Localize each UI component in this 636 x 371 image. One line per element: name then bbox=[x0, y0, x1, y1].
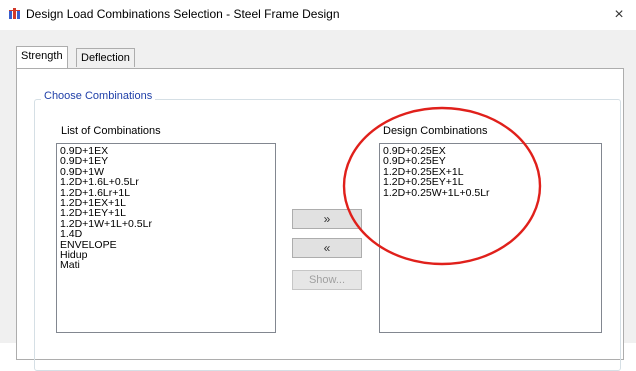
show-button[interactable]: Show... bbox=[292, 270, 362, 290]
combination-list-item[interactable]: Hidup bbox=[60, 249, 272, 260]
combination-list-item[interactable]: Mati bbox=[60, 260, 272, 271]
group-title: Choose Combinations bbox=[41, 90, 156, 102]
list-of-combinations-listbox[interactable]: 0.9D+1EX 0.9D+1EY 0.9D+1W 1.2D+1.6L+0.5Lr 1.… bbox=[56, 143, 276, 333]
design-combination-list-item[interactable]: 1.2D+0.25EY+1L bbox=[383, 177, 598, 188]
dialog-body: Strength Deflection Choose Combinations … bbox=[0, 30, 636, 371]
close-button[interactable]: × bbox=[602, 0, 636, 30]
design-combination-list-item[interactable]: 1.2D+0.25W+1L+0.5Lr bbox=[383, 187, 598, 198]
remove-combination-button[interactable]: « bbox=[292, 238, 362, 258]
design-combinations-label: Design Combinations bbox=[383, 125, 488, 137]
list-of-combinations-label: List of Combinations bbox=[61, 125, 161, 137]
add-combination-button[interactable]: » bbox=[292, 209, 362, 229]
combination-list-item[interactable]: 1.2D+1W+1L+0.5Lr bbox=[60, 218, 272, 229]
combination-list-item[interactable]: ENVELOPE bbox=[60, 239, 272, 250]
window-title: Design Load Combinations Selection - Ste… bbox=[26, 7, 340, 21]
tab-deflection[interactable]: Deflection bbox=[76, 48, 135, 67]
tab-panel-strength: Choose Combinations List of Combinations… bbox=[16, 68, 624, 371]
title-bar: Design Load Combinations Selection - Ste… bbox=[0, 0, 636, 30]
design-combinations-listbox[interactable]: 0.9D+0.25EX 0.9D+0.25EY 1.2D+0.25EX+1L 1.2D… bbox=[379, 143, 602, 333]
close-icon: × bbox=[614, 6, 624, 23]
tab-strength[interactable]: Strength bbox=[16, 46, 68, 68]
app-icon bbox=[8, 7, 21, 20]
combination-list-item[interactable]: 1.2D+1.6L+0.5Lr bbox=[60, 177, 272, 188]
combination-list-item[interactable]: 1.4D bbox=[60, 229, 272, 240]
